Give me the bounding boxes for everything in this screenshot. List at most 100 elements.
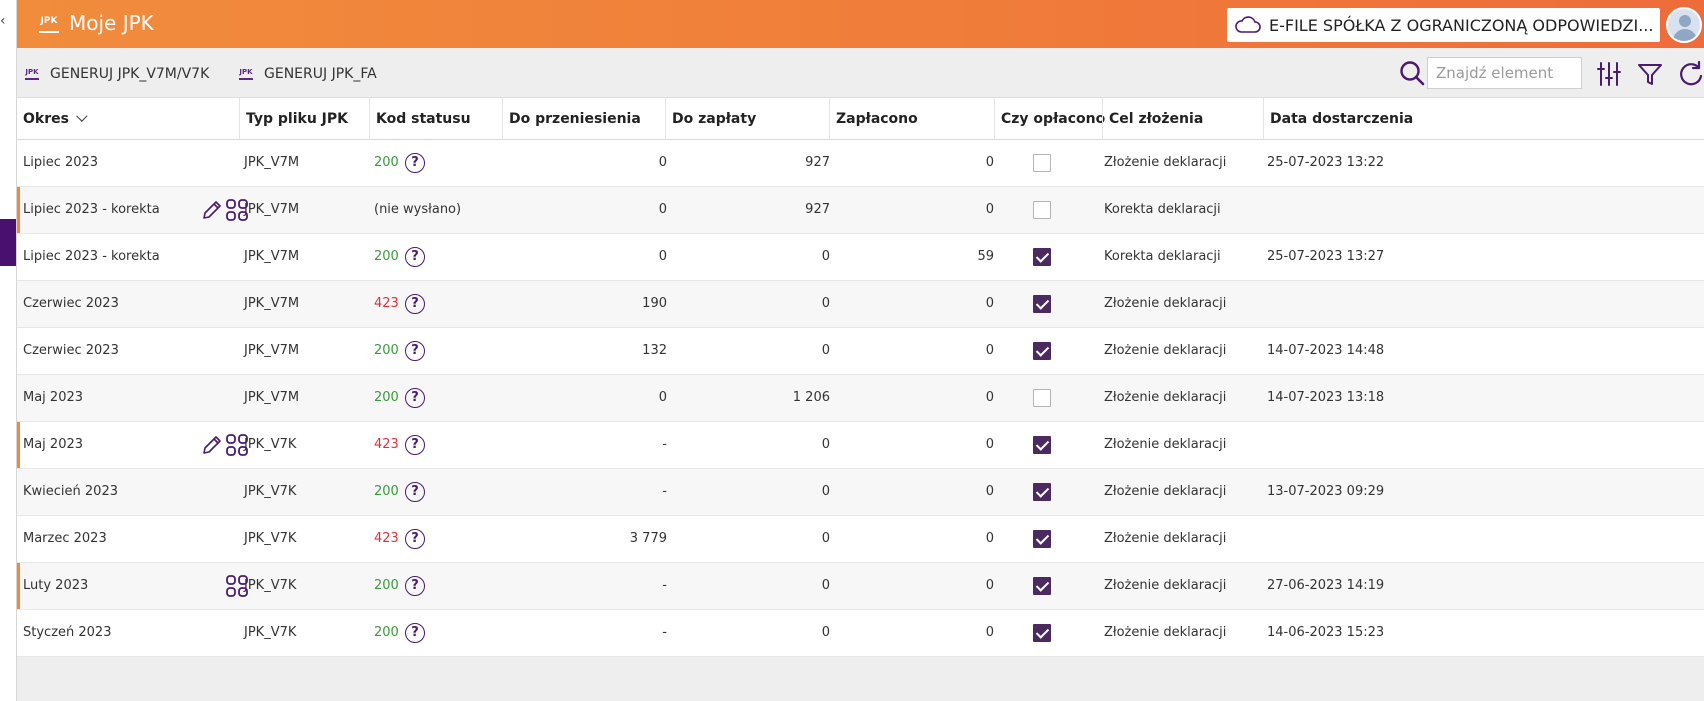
- app-title: Moje JPK: [69, 11, 154, 35]
- table-row[interactable]: Lipiec 2023 - korekta JPK_V7M 200? 0 0 59 Kore…: [17, 234, 1704, 281]
- cell-do-przeniesienia: -: [662, 484, 667, 499]
- cell-data-dostarczenia: 14-07-2023 13:18: [1267, 390, 1385, 405]
- table-body: Lipiec 2023 JPK_V7M 200? 0 927 0 Złożenie dekl…: [17, 140, 1704, 657]
- table-row[interactable]: Maj 2023 JPK_V7K 423? - 0 0 Złożenie deklaracj…: [17, 422, 1704, 469]
- cell-kod-statusu: 423: [374, 437, 399, 452]
- column-settings-icon[interactable]: [1595, 60, 1623, 88]
- help-icon[interactable]: ?: [405, 529, 425, 549]
- column-header-przen[interactable]: Do przeniesienia: [502, 98, 665, 140]
- help-icon[interactable]: ?: [405, 435, 425, 455]
- help-icon[interactable]: ?: [405, 623, 425, 643]
- edit-pencil-icon[interactable]: [200, 198, 224, 222]
- table-row[interactable]: Maj 2023 JPK_V7M 200? 0 1 206 0 Złożenie dekla…: [17, 375, 1704, 422]
- cell-do-zaplaty: 0: [821, 578, 830, 593]
- help-icon[interactable]: ?: [405, 576, 425, 596]
- cell-kod-statusu: (nie wysłano): [374, 202, 462, 217]
- filter-icon[interactable]: [1636, 60, 1664, 88]
- refresh-icon[interactable]: [1677, 60, 1704, 88]
- cell-zaplacono: 0: [985, 202, 994, 217]
- search-input[interactable]: [1427, 57, 1582, 89]
- search-icon[interactable]: [1399, 60, 1425, 86]
- column-header-typ[interactable]: Typ pliku JPK: [239, 98, 369, 140]
- help-icon[interactable]: ?: [405, 388, 425, 408]
- jpk-logo-icon: JPK: [37, 12, 61, 36]
- cell-zaplacono: 0: [985, 296, 994, 311]
- paid-checkbox[interactable]: [1033, 436, 1051, 454]
- help-icon[interactable]: ?: [405, 247, 425, 267]
- cell-cel-zlozenia: Złożenie deklaracji: [1104, 484, 1227, 499]
- table-row[interactable]: Styczeń 2023 JPK_V7K 200? - 0 0 Złożenie dekla…: [17, 610, 1704, 657]
- cell-do-zaplaty: 1 206: [792, 390, 830, 405]
- cell-kod-statusu: 200: [374, 578, 399, 593]
- column-header-okres[interactable]: Okres: [17, 98, 239, 140]
- cell-do-przeniesienia: 132: [642, 343, 667, 358]
- chevron-left-icon[interactable]: ‹: [0, 14, 6, 28]
- help-icon[interactable]: ?: [405, 153, 425, 173]
- cell-cel-zlozenia: Złożenie deklaracji: [1104, 390, 1227, 405]
- cell-do-przeniesienia: -: [662, 437, 667, 452]
- paid-checkbox[interactable]: [1033, 248, 1051, 266]
- paid-checkbox[interactable]: [1033, 530, 1051, 548]
- cell-okres: Marzec 2023: [23, 531, 107, 546]
- cell-okres: Styczeń 2023: [23, 625, 112, 640]
- cell-do-zaplaty: 927: [805, 202, 830, 217]
- column-header-data[interactable]: Data dostarczenia: [1263, 98, 1704, 140]
- help-icon[interactable]: ?: [405, 482, 425, 502]
- cell-data-dostarczenia: 27-06-2023 14:19: [1267, 578, 1385, 593]
- cell-cel-zlozenia: Złożenie deklaracji: [1104, 343, 1227, 358]
- left-nav-strip: ‹: [0, 0, 17, 701]
- cell-do-zaplaty: 0: [821, 296, 830, 311]
- cell-data-dostarczenia: 13-07-2023 09:29: [1267, 484, 1385, 499]
- cell-zaplacono: 59: [977, 249, 994, 264]
- paid-checkbox[interactable]: [1033, 201, 1051, 219]
- company-selector[interactable]: E-FILE SPÓŁKA Z OGRANICZONĄ ODPOWIEDZI..…: [1227, 8, 1660, 42]
- paid-checkbox[interactable]: [1033, 389, 1051, 407]
- table-row[interactable]: Lipiec 2023 - korekta JPK_V7M (nie wysłano…: [17, 187, 1704, 234]
- paid-checkbox[interactable]: [1033, 483, 1051, 501]
- jpk-icon: JPK: [23, 65, 41, 83]
- table-row[interactable]: Lipiec 2023 JPK_V7M 200? 0 927 0 Złożenie dekl…: [17, 140, 1704, 187]
- cell-okres: Luty 2023: [23, 578, 89, 593]
- table-row[interactable]: Czerwiec 2023 JPK_V7M 423? 190 0 0 Złożenie de…: [17, 281, 1704, 328]
- cell-cel-zlozenia: Korekta deklaracji: [1104, 249, 1221, 264]
- cell-typ: JPK_V7K: [244, 437, 297, 452]
- user-avatar[interactable]: [1666, 7, 1702, 43]
- cell-kod-statusu: 423: [374, 531, 399, 546]
- cell-typ: JPK_V7M: [244, 296, 300, 311]
- paid-checkbox[interactable]: [1033, 154, 1051, 172]
- cell-kod-statusu: 200: [374, 343, 399, 358]
- cell-okres: Lipiec 2023: [23, 155, 99, 170]
- table-row[interactable]: Luty 2023 JPK_V7K 200? - 0 0 Złożenie deklarac…: [17, 563, 1704, 610]
- cell-okres: Lipiec 2023 - korekta: [23, 249, 160, 264]
- paid-checkbox[interactable]: [1033, 624, 1051, 642]
- generate-v7m-v7k-button[interactable]: JPK GENERUJ JPK_V7M/V7K: [23, 64, 209, 84]
- column-header-czy[interactable]: Czy opłacono: [994, 98, 1105, 140]
- cell-typ: JPK_V7M: [244, 202, 300, 217]
- column-header-kod[interactable]: Kod statusu: [369, 98, 502, 140]
- paid-checkbox[interactable]: [1033, 577, 1051, 595]
- table-row[interactable]: Marzec 2023 JPK_V7K 423? 3 779 0 0 Złożenie de…: [17, 516, 1704, 563]
- cell-data-dostarczenia: 14-07-2023 14:48: [1267, 343, 1385, 358]
- cell-cel-zlozenia: Złożenie deklaracji: [1104, 155, 1227, 170]
- cell-data-dostarczenia: 25-07-2023 13:22: [1267, 155, 1385, 170]
- cell-kod-statusu: 200: [374, 249, 399, 264]
- edit-pencil-icon[interactable]: [200, 433, 224, 457]
- help-icon[interactable]: ?: [405, 341, 425, 361]
- table-row[interactable]: Czerwiec 2023 JPK_V7M 200? 132 0 0 Złożenie de…: [17, 328, 1704, 375]
- cell-do-zaplaty: 0: [821, 531, 830, 546]
- column-header-cel[interactable]: Cel złożenia: [1102, 98, 1263, 140]
- column-header-zapl[interactable]: Do zapłaty: [665, 98, 829, 140]
- cell-zaplacono: 0: [985, 390, 994, 405]
- help-icon[interactable]: ?: [405, 294, 425, 314]
- paid-checkbox[interactable]: [1033, 342, 1051, 360]
- generate-fa-button[interactable]: JPK GENERUJ JPK_FA: [237, 64, 377, 84]
- cell-okres: Kwiecień 2023: [23, 484, 118, 499]
- cell-do-przeniesienia: 0: [658, 390, 667, 405]
- cell-do-zaplaty: 0: [821, 484, 830, 499]
- column-header-zaplac[interactable]: Zapłacono: [829, 98, 994, 140]
- cell-okres: Maj 2023: [23, 390, 84, 405]
- paid-checkbox[interactable]: [1033, 295, 1051, 313]
- table-row[interactable]: Kwiecień 2023 JPK_V7K 200? - 0 0 Złożenie dekl…: [17, 469, 1704, 516]
- cell-kod-statusu: 200: [374, 484, 399, 499]
- cell-cel-zlozenia: Złożenie deklaracji: [1104, 578, 1227, 593]
